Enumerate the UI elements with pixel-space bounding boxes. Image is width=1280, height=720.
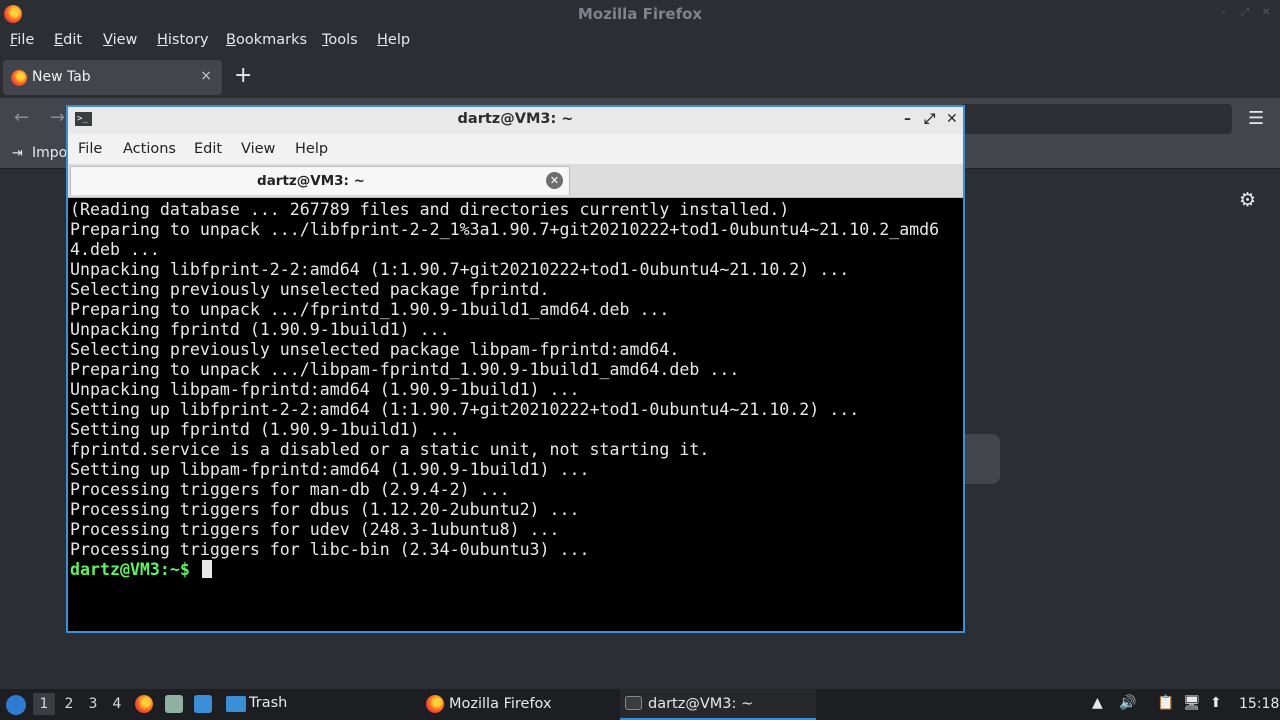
workspace-2[interactable]: 2 [58,696,80,712]
update-icon[interactable]: ⬆ [1210,695,1222,711]
terminal-tab-close-icon[interactable]: ✕ [546,172,563,189]
terminal-titlebar: >_ dartz@VM3: ~ – ⤢ ✕ [68,107,963,134]
prompt-user: dartz@VM3: [70,560,170,579]
workspace-4[interactable]: 4 [106,696,128,712]
trash-label: Trash [249,695,288,711]
terminal-line: Processing triggers for libc-bin (2.34-0… [70,540,590,559]
back-arrow-icon[interactable]: ← [14,107,29,128]
url-bar[interactable] [960,104,1232,134]
terminal-line: Setting up libpam-fprintd:amd64 (1.90.9-… [70,460,590,479]
maximize-icon[interactable]: ⤢ [1241,8,1251,18]
terminal-window: >_ dartz@VM3: ~ – ⤢ ✕ File Actions Edit … [66,105,965,633]
terminal-title: dartz@VM3: ~ [457,111,574,127]
terminal-menu-actions[interactable]: Actions [123,141,176,157]
import-bookmarks-link[interactable]: Impo [32,145,67,161]
terminal-line: Setting up libfprint-2-2:amd64 (1:1.90.7… [70,400,860,419]
clock[interactable]: 15:18 [1239,696,1279,712]
task-terminal-label: dartz@VM3: ~ [648,696,754,712]
menu-view[interactable]: View [103,32,137,48]
start-menu-icon[interactable] [6,695,26,715]
terminal-menu-help[interactable]: Help [295,141,328,157]
minimize-icon[interactable]: – [1221,8,1231,18]
taskbar: 1 2 3 4 Trash Mozilla Firefox dartz@VM3:… [0,689,1280,720]
window-title: Mozilla Firefox [577,5,703,23]
terminal-menubar: File Actions Edit View Help [68,134,963,164]
terminal-line: Unpacking libpam-fprintd:amd64 (1.90.9-1… [70,380,580,399]
menu-edit[interactable]: Edit [54,32,82,48]
firefox-titlebar: Mozilla Firefox – ⤢ ✕ [0,0,1280,29]
workspace-1[interactable]: 1 [33,693,55,715]
terminal-prompt-line[interactable]: dartz@VM3:~$ [70,560,963,580]
tab-strip: New Tab × + [0,58,1280,98]
task-firefox-label: Mozilla Firefox [449,696,552,712]
firefox-menubar: File Edit View History Bookmarks Tools H… [0,29,1280,54]
terminal-tabbar: dartz@VM3: ~ ✕ [68,164,963,198]
hamburger-menu-icon[interactable]: ☰ [1248,108,1264,129]
task-firefox[interactable]: Mozilla Firefox [420,689,615,720]
menu-tools[interactable]: Tools [322,32,358,48]
tray-up-arrow-icon[interactable]: ▲ [1092,695,1103,711]
terminal-menu-view[interactable]: View [241,141,275,157]
terminal-line: 4.deb ... [70,240,160,259]
terminal-close-icon[interactable]: ✕ [946,111,958,127]
menu-file[interactable]: File [10,32,34,48]
network-icon[interactable]: 🖥 [1183,695,1201,711]
firefox-tab-icon [11,70,27,86]
workspace-3[interactable]: 3 [82,696,104,712]
gear-icon[interactable]: ⚙ [1239,189,1256,211]
text-editor-launcher-icon[interactable] [165,695,183,713]
terminal-tab-label: dartz@VM3: ~ [257,173,365,189]
terminal-output[interactable]: (Reading database ... 267789 files and d… [68,198,963,631]
terminal-line: Unpacking fprintd (1.90.9-1build1) ... [70,320,450,339]
terminal-line: Processing triggers for man-db (2.9.4-2)… [70,480,510,499]
terminal-line: Selecting previously unselected package … [70,280,550,299]
terminal-task-icon [625,696,642,710]
terminal-menu-edit[interactable]: Edit [194,141,222,157]
terminal-line: Processing triggers for dbus (1.12.20-2u… [70,500,580,519]
tab-close-icon[interactable]: × [200,68,212,84]
search-box[interactable] [960,434,1000,484]
folder-icon [226,696,246,712]
terminal-line: fprintd.service is a disabled or a stati… [70,440,710,459]
forward-arrow-icon[interactable]: → [50,107,65,128]
desktop-launcher-icon[interactable] [194,695,212,713]
terminal-line: Preparing to unpack .../libfprint-2-2_1%… [70,220,940,239]
firefox-launcher-icon[interactable] [135,695,153,713]
import-icon[interactable]: ⇥ [12,146,23,161]
terminal-line: Processing triggers for udev (248.3-1ubu… [70,520,560,539]
terminal-maximize-icon[interactable]: ⤢ [924,111,935,127]
text-cursor [201,560,212,578]
menu-help[interactable]: Help [377,32,410,48]
terminal-line: Preparing to unpack .../libpam-fprintd_1… [70,360,740,379]
clipboard-icon[interactable]: 📋 [1157,695,1174,711]
terminal-tab[interactable]: dartz@VM3: ~ ✕ [70,166,570,195]
task-terminal[interactable]: dartz@VM3: ~ [620,689,816,720]
prompt-path: ~$ [169,560,190,579]
terminal-line: Selecting previously unselected package … [70,340,680,359]
terminal-line: (Reading database ... 267789 files and d… [70,200,790,219]
menu-history[interactable]: History [157,32,209,48]
terminal-line: Unpacking libfprint-2-2:amd64 (1:1.90.7+… [70,260,850,279]
terminal-minimize-icon[interactable]: – [904,111,911,127]
tab-label: New Tab [32,69,91,85]
close-icon[interactable]: ✕ [1262,8,1272,18]
tab-new-tab[interactable]: New Tab × [3,60,222,95]
menu-bookmarks[interactable]: Bookmarks [226,32,307,48]
firefox-task-icon [426,695,444,713]
new-tab-button[interactable]: + [234,65,252,87]
volume-icon[interactable]: 🔊 [1119,695,1136,711]
terminal-line: Setting up fprintd (1.90.9-1build1) ... [70,420,460,439]
terminal-menu-file[interactable]: File [78,141,102,157]
terminal-line: Preparing to unpack .../fprintd_1.90.9-1… [70,300,670,319]
